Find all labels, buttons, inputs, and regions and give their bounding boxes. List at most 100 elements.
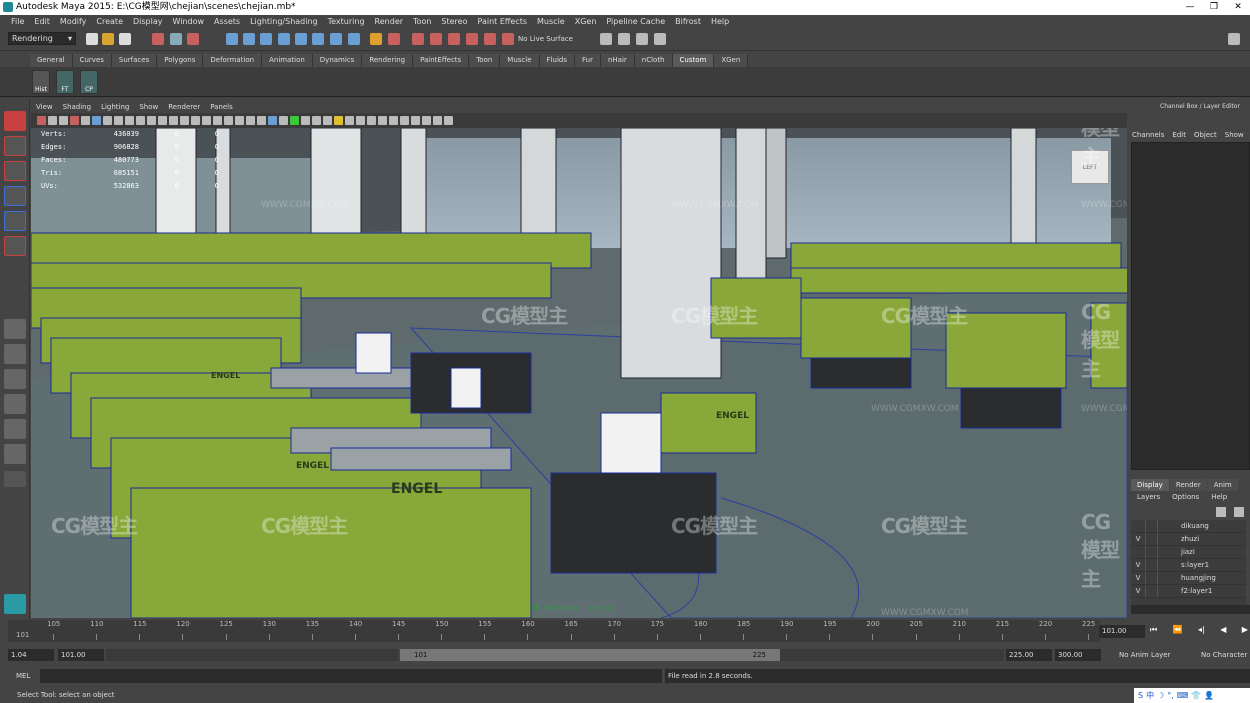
layer-playback-toggle[interactable] [1145, 520, 1157, 532]
panel-tool-icon[interactable] [301, 116, 310, 125]
snap-live-icon[interactable] [295, 33, 307, 45]
tray-icon[interactable]: S [1138, 688, 1143, 703]
layer-row[interactable]: Vzhuzi [1131, 533, 1246, 546]
shelf-tab-dynamics[interactable]: Dynamics [312, 54, 363, 67]
four-view-layout-icon[interactable] [4, 344, 26, 364]
layer-tab-render[interactable]: Render [1169, 479, 1207, 491]
panel-tool-icon[interactable] [48, 116, 57, 125]
new-layer-icon[interactable] [1216, 507, 1226, 517]
input-ops-icon[interactable] [348, 33, 360, 45]
save-scene-icon[interactable] [119, 33, 131, 45]
panel-tool-icon[interactable] [37, 116, 46, 125]
shelf-tab-muscle[interactable]: Muscle [500, 54, 540, 67]
panel-menu-lighting[interactable]: Lighting [96, 101, 134, 113]
range-slider[interactable]: 101 225 [400, 649, 780, 661]
layer-visibility-toggle[interactable]: V [1131, 559, 1145, 571]
shelf-tab-painteffects[interactable]: PaintEffects [413, 54, 470, 67]
minimize-button[interactable]: — [1178, 0, 1202, 15]
panel-tool-icon[interactable] [81, 116, 90, 125]
render-region-icon[interactable] [484, 33, 496, 45]
paint-select-tool-icon[interactable] [4, 161, 26, 181]
layer-list-scrollbar[interactable] [1131, 605, 1250, 614]
perspective-viewport[interactable]: ENGEL ENGEL ENGEL ENGEL Verts: 436039 0 0 Ed… [31, 128, 1127, 618]
select-object-icon[interactable] [170, 33, 182, 45]
layer-display-type-toggle[interactable] [1157, 546, 1169, 558]
layer-display-type-toggle[interactable] [1157, 520, 1169, 532]
attribute-editor-icon[interactable] [600, 33, 612, 45]
move-tool-icon[interactable] [4, 186, 26, 206]
scale-tool-icon[interactable] [4, 236, 26, 256]
channel-box-menu-channels[interactable]: Channels [1128, 128, 1168, 142]
layer-row[interactable]: dikuang [1131, 520, 1246, 533]
maximize-button[interactable]: ❐ [1202, 0, 1226, 15]
panel-menu-view[interactable]: View [31, 101, 58, 113]
ipr-render-icon[interactable] [412, 33, 424, 45]
shelf-hist-button[interactable]: Hist [32, 70, 50, 94]
layer-visibility-toggle[interactable]: V [1131, 585, 1145, 597]
layer-color-swatch[interactable] [1169, 520, 1177, 532]
panel-tool-icon[interactable] [367, 116, 376, 125]
play-backwards-icon[interactable]: ◀ [1220, 625, 1226, 638]
channel-box-toggle-icon[interactable] [636, 33, 648, 45]
script-language-toggle[interactable]: MEL [8, 670, 38, 682]
layer-visibility-toggle[interactable]: V [1131, 572, 1145, 584]
new-layer-selected-icon[interactable] [1234, 507, 1244, 517]
snap-grid-icon[interactable] [226, 33, 238, 45]
layer-visibility-toggle[interactable] [1131, 546, 1145, 558]
menu-file[interactable]: File [6, 15, 29, 29]
open-scene-icon[interactable] [102, 33, 114, 45]
panel-tool-icon[interactable] [433, 116, 442, 125]
playback-step-field[interactable]: 1.04 [8, 649, 54, 661]
shelf-tab-surfaces[interactable]: Surfaces [111, 54, 158, 67]
panel-tool-icon[interactable] [191, 116, 200, 125]
panel-tool-icon[interactable] [444, 116, 453, 125]
panel-tool-icon[interactable] [389, 116, 398, 125]
shelf-tab-ncloth[interactable]: nCloth [634, 54, 673, 67]
lasso-tool-icon[interactable] [4, 136, 26, 156]
render-settings-icon[interactable] [430, 33, 442, 45]
panel-tool-icon[interactable] [290, 116, 299, 125]
tray-icon[interactable]: ⌨ [1177, 688, 1189, 703]
layer-color-swatch[interactable] [1169, 546, 1177, 558]
panel-tool-icon[interactable] [213, 116, 222, 125]
persp-graph-layout-icon[interactable] [4, 394, 26, 414]
play-forwards-icon[interactable]: ▶ [1242, 625, 1248, 638]
panel-tool-icon[interactable] [180, 116, 189, 125]
step-back-key-icon[interactable]: ⏪ [1173, 625, 1183, 638]
command-input[interactable] [40, 669, 662, 683]
shelf-cp-button[interactable]: CP [80, 70, 98, 94]
panel-tool-icon[interactable] [345, 116, 354, 125]
tray-icon[interactable]: 中 [1146, 688, 1154, 703]
close-button[interactable]: ✕ [1226, 0, 1250, 15]
select-hierarchy-icon[interactable] [152, 33, 164, 45]
shelf-tab-toon[interactable]: Toon [469, 54, 501, 67]
snap-point-icon[interactable] [260, 33, 272, 45]
panel-tool-icon[interactable] [147, 116, 156, 125]
render-icon[interactable] [388, 33, 400, 45]
panel-tool-icon[interactable] [202, 116, 211, 125]
layer-playback-toggle[interactable] [1145, 546, 1157, 558]
layer-playback-toggle[interactable] [1145, 585, 1157, 597]
layer-color-swatch[interactable] [1169, 533, 1177, 545]
shelf-tab-curves[interactable]: Curves [72, 54, 112, 67]
range-start-field[interactable]: 101.00 [58, 649, 104, 661]
panel-tool-icon[interactable] [169, 116, 178, 125]
lock-icon[interactable] [370, 33, 382, 45]
panel-tool-icon[interactable] [158, 116, 167, 125]
panel-tool-icon[interactable] [257, 116, 266, 125]
tray-icon[interactable]: 👤 [1204, 688, 1214, 703]
step-back-frame-icon[interactable]: ◂| [1198, 625, 1205, 638]
shelf-tab-animation[interactable]: Animation [262, 54, 313, 67]
layer-color-swatch[interactable] [1169, 572, 1177, 584]
menu-toon[interactable]: Toon [408, 15, 436, 29]
current-frame-field[interactable]: 101.00 [1099, 625, 1145, 638]
layer-tab-display[interactable]: Display [1131, 479, 1169, 491]
panel-tool-icon[interactable] [323, 116, 332, 125]
menu-help[interactable]: Help [706, 15, 734, 29]
render-view-icon[interactable] [466, 33, 478, 45]
layer-display-type-toggle[interactable] [1157, 585, 1169, 597]
shelf-tab-polygons[interactable]: Polygons [157, 54, 204, 67]
layer-row[interactable]: Vf2:layer1 [1131, 585, 1246, 598]
layer-color-swatch[interactable] [1169, 585, 1177, 597]
persp-hypershade-layout-icon[interactable] [4, 419, 26, 439]
